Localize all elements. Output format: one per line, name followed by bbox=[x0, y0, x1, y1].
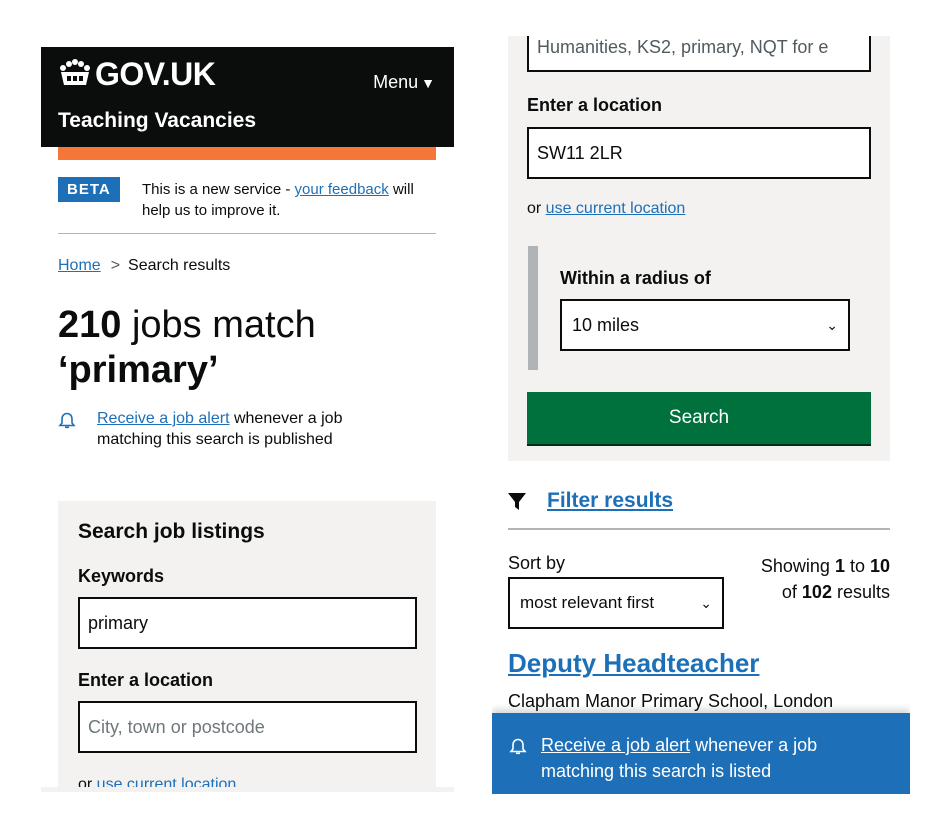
job-alert-bar-link[interactable]: Receive a job alert bbox=[541, 735, 690, 755]
sort-select[interactable]: most relevant first ⌄ bbox=[508, 577, 724, 629]
menu-triangle-icon: ▼ bbox=[421, 75, 435, 91]
feedback-link[interactable]: your feedback bbox=[295, 181, 389, 198]
search-panel: Search job listings Keywords primary Ent… bbox=[58, 501, 436, 792]
breadcrumb-current: Search results bbox=[128, 257, 231, 274]
chevron-down-icon: ⌄ bbox=[700, 594, 712, 611]
chevron-down-icon: ⌄ bbox=[826, 316, 838, 333]
filter-icon bbox=[508, 493, 526, 510]
crown-icon bbox=[60, 59, 90, 85]
phase-text: This is a new service - your feedback wi… bbox=[142, 179, 442, 221]
job-alert-bar-text: Receive a job alert whenever a job match… bbox=[541, 732, 881, 784]
filter-divider bbox=[508, 528, 890, 530]
filter-results-link[interactable]: Filter results bbox=[547, 489, 673, 513]
search-panel-title: Search job listings bbox=[78, 520, 265, 543]
phase-text-before: This is a new service - bbox=[142, 181, 295, 198]
result-count: 210 bbox=[58, 304, 122, 346]
of-text: of bbox=[781, 582, 802, 602]
showing-prefix: Showing bbox=[760, 556, 835, 576]
location-label: Enter a location bbox=[527, 95, 663, 115]
left-screen: GOV.UK Menu ▼ Teaching Vacancies BETA Thi… bbox=[41, 47, 454, 792]
breadcrumb: Home > Search results bbox=[58, 256, 230, 276]
location-input[interactable]: City, town or postcode bbox=[78, 701, 417, 753]
keywords-input[interactable]: primary bbox=[78, 597, 417, 649]
search-panel: Humanities, KS2, primary, NQT for e Ente… bbox=[508, 36, 890, 461]
job-alert-link[interactable]: Receive a job alert bbox=[97, 410, 230, 427]
menu-button[interactable]: Menu ▼ bbox=[373, 72, 435, 93]
radius-select[interactable]: 10 miles ⌄ bbox=[560, 299, 850, 351]
sort-selected: most relevant first bbox=[520, 593, 655, 612]
job-school: Clapham Manor Primary School, London bbox=[508, 691, 834, 711]
right-screen: Humanities, KS2, primary, NQT for e Ente… bbox=[492, 36, 910, 794]
bell-icon bbox=[509, 738, 527, 755]
range-end: 10 bbox=[869, 556, 890, 576]
radius-label: Within a radius of bbox=[560, 268, 711, 288]
site-header: GOV.UK Menu ▼ Teaching Vacancies bbox=[41, 47, 454, 147]
keywords-input[interactable]: Humanities, KS2, primary, NQT for e bbox=[527, 36, 871, 72]
beta-tag: BETA bbox=[58, 177, 120, 202]
range-to: to bbox=[844, 556, 870, 576]
page-title: 210 jobs match ‘primary’ bbox=[58, 303, 316, 393]
sort-label: Sort by bbox=[508, 553, 566, 573]
location-input[interactable]: SW11 2LR bbox=[527, 127, 871, 179]
govuk-logotype[interactable]: GOV.UK bbox=[95, 56, 216, 92]
search-query: ‘primary’ bbox=[58, 349, 219, 391]
results-count: Showing 1 to 10 of 102 results bbox=[730, 553, 890, 605]
breadcrumb-chevron-icon: > bbox=[110, 257, 121, 274]
job-alert-text: Receive a job alert whenever a job match… bbox=[97, 408, 387, 450]
search-button[interactable]: Search bbox=[527, 392, 871, 444]
current-location-row: or use current location bbox=[527, 200, 685, 218]
breadcrumb-home[interactable]: Home bbox=[58, 257, 101, 274]
header-accent-bar bbox=[58, 147, 436, 160]
range-start: 1 bbox=[834, 556, 845, 576]
total-results: 102 bbox=[801, 582, 832, 602]
menu-label: Menu bbox=[373, 72, 419, 92]
location-label: Enter a location bbox=[78, 670, 214, 690]
service-name[interactable]: Teaching Vacancies bbox=[58, 109, 256, 133]
title-middle: jobs match bbox=[121, 304, 316, 346]
use-current-location-link[interactable]: use current location bbox=[546, 200, 686, 217]
radius-selected: 10 miles bbox=[572, 314, 640, 335]
job-alert-bar: Receive a job alert whenever a job match… bbox=[492, 713, 910, 794]
bell-icon bbox=[58, 412, 76, 429]
or-text: or bbox=[527, 200, 546, 217]
job-title-link[interactable]: Deputy Headteacher bbox=[508, 648, 759, 679]
radius-fieldset: Within a radius of 10 miles ⌄ bbox=[528, 246, 874, 370]
keywords-label: Keywords bbox=[78, 566, 165, 586]
results-suffix: results bbox=[831, 582, 890, 602]
phase-banner: BETA This is a new service - your feedba… bbox=[58, 175, 436, 234]
panel-bottom-edge bbox=[41, 787, 454, 792]
